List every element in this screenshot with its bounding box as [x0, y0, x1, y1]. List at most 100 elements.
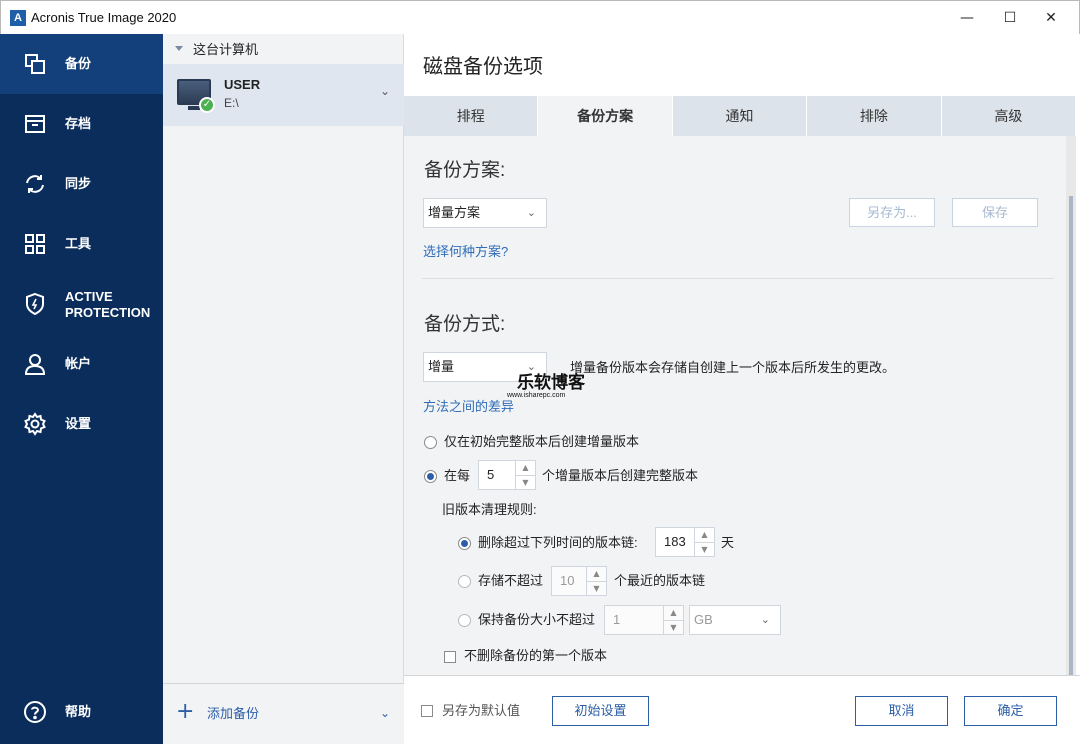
tools-icon — [22, 231, 48, 257]
chevron-down-icon[interactable]: ⌄ — [380, 84, 390, 98]
nav-label-sync: 同步 — [65, 176, 92, 191]
content-scrollbar[interactable] — [1066, 136, 1076, 676]
settings-icon — [22, 411, 48, 437]
backup-item-user[interactable]: ✓ USER E:\ ⌄ — [163, 64, 404, 126]
stepper-arrows[interactable]: ▲ ▼ — [515, 461, 535, 489]
nav-item-settings[interactable]: 设置 — [0, 394, 163, 454]
ok-button[interactable]: 确定 — [964, 696, 1057, 726]
size-value: 1 — [613, 612, 621, 627]
page-title: 磁盘备份选项 — [423, 56, 543, 78]
nav-item-active-protection[interactable]: ACTIVE PROTECTION — [0, 274, 163, 334]
tab-notifications[interactable]: 通知 — [673, 96, 808, 136]
keep-latest-label: 存储不超过 — [478, 573, 544, 588]
chevron-down-icon[interactable]: ⌄ — [380, 706, 390, 720]
radio-delete-older[interactable] — [458, 537, 471, 550]
plus-icon: + — [176, 699, 195, 724]
watermark-url: www.isharepc.com — [507, 392, 566, 399]
cancel-button[interactable]: 取消 — [855, 696, 948, 726]
save-scheme-button[interactable]: 保存 — [952, 198, 1038, 227]
options-tabs: 排程 备份方案 通知 排除 高级 — [404, 96, 1077, 136]
option-full-every-prefix: 在每 — [444, 468, 471, 483]
method-section-title: 备份方式: — [424, 314, 506, 335]
scheme-content: 备份方案: 增量方案 ⌄ 另存为... 保存 选择何种方案? 备份方式: 增量 … — [404, 136, 1066, 675]
size-unit-value: GB — [694, 612, 713, 627]
backup-item-name: USER — [224, 77, 261, 92]
radio-full-every-n[interactable] — [424, 470, 437, 483]
tab-backup-scheme[interactable]: 备份方案 — [538, 96, 673, 136]
section-divider — [422, 278, 1054, 279]
backup-icon — [22, 51, 48, 77]
account-icon — [22, 351, 48, 377]
full-every-stepper[interactable]: 5 ▲ ▼ — [478, 460, 536, 490]
sync-icon — [22, 171, 48, 197]
backup-list-panel: 这台计算机 ✓ USER E:\ ⌄ + 添加备份 ⌄ — [163, 34, 404, 744]
shield-icon — [22, 291, 48, 317]
nav-label-help: 帮助 — [65, 704, 92, 719]
days-stepper[interactable]: 183 ▲ ▼ — [655, 527, 715, 557]
option-incremental-only-label: 仅在初始完整版本后创建增量版本 — [444, 434, 640, 449]
tab-advanced[interactable]: 高级 — [942, 96, 1077, 136]
method-description: 增量备份版本会存储自创建上一个版本后所发生的更改。 — [570, 360, 896, 375]
nav-item-sync[interactable]: 同步 — [0, 154, 163, 214]
add-backup-button[interactable]: 添加备份 — [207, 706, 259, 722]
title-bar: A Acronis True Image 2020 — ☐ ✕ — [0, 0, 1080, 34]
nav-item-account[interactable]: 帐户 — [0, 334, 163, 394]
save-default-label: 另存为默认值 — [442, 703, 521, 718]
which-scheme-link[interactable]: 选择何种方案? — [423, 244, 508, 260]
maximize-button[interactable]: ☐ — [987, 1, 1033, 35]
save-as-button[interactable]: 另存为... — [849, 198, 935, 227]
chevron-down-icon: ⌄ — [760, 614, 770, 626]
computer-group-header[interactable]: 这台计算机 — [163, 34, 404, 64]
radio-limit-size[interactable] — [458, 614, 471, 627]
method-select-value: 增量 — [428, 359, 455, 374]
tab-exclusions[interactable]: 排除 — [807, 96, 942, 136]
tab-schedule[interactable]: 排程 — [404, 96, 539, 136]
keep-first-version-checkbox[interactable] — [444, 651, 456, 663]
scheme-select[interactable]: 增量方案 ⌄ — [423, 198, 547, 228]
save-default-checkbox[interactable] — [421, 705, 433, 717]
sidebar-nav: 备份 存档 同步 工具 ACTIVE PROTECTION 帐户 设置 帮助 — [0, 34, 163, 744]
method-difference-link[interactable]: 方法之间的差异 — [423, 399, 514, 415]
status-ok-icon: ✓ — [199, 97, 215, 113]
nav-label-archive: 存档 — [65, 116, 92, 131]
minimize-button[interactable]: — — [944, 1, 990, 35]
scheme-section-title: 备份方案: — [424, 160, 506, 181]
nav-label-tools: 工具 — [65, 236, 92, 251]
full-every-value: 5 — [487, 467, 495, 482]
nav-label-active-protection: ACTIVE PROTECTION — [65, 289, 151, 320]
scrollbar-thumb[interactable] — [1069, 196, 1073, 676]
computer-group-label: 这台计算机 — [193, 42, 259, 57]
nav-item-tools[interactable]: 工具 — [0, 214, 163, 274]
keep-latest-suffix: 个最近的版本链 — [614, 573, 706, 588]
days-value: 183 — [664, 534, 686, 549]
size-unit-select[interactable]: GB ⌄ — [689, 605, 781, 635]
size-stepper[interactable]: 1 ▲ ▼ — [604, 605, 684, 635]
limit-size-label: 保持备份大小不超过 — [478, 612, 596, 627]
nav-item-backup[interactable]: 备份 — [0, 34, 163, 94]
scheme-select-value: 增量方案 — [428, 205, 481, 220]
watermark-text: 乐软博客 — [517, 373, 585, 393]
close-button[interactable]: ✕ — [1028, 1, 1074, 35]
window-title: Acronis True Image 2020 — [31, 10, 177, 25]
help-icon — [22, 699, 48, 725]
radio-keep-latest[interactable] — [458, 575, 471, 588]
delete-older-label: 删除超过下列时间的版本链: — [478, 535, 638, 550]
collapse-triangle-icon — [175, 46, 183, 51]
stepper-arrows[interactable]: ▲ ▼ — [586, 567, 606, 595]
reset-defaults-button[interactable]: 初始设置 — [552, 696, 649, 726]
nav-item-archive[interactable]: 存档 — [0, 94, 163, 154]
chains-stepper[interactable]: 10 ▲ ▼ — [551, 566, 607, 596]
chains-value: 10 — [560, 573, 575, 588]
nav-label-account: 帐户 — [65, 356, 92, 371]
days-unit: 天 — [721, 535, 735, 550]
options-panel: 磁盘备份选项 排程 备份方案 通知 排除 高级 备份方案: 增量方案 ⌄ 另存为… — [404, 34, 1080, 744]
add-backup-bar[interactable]: + 添加备份 ⌄ — [163, 683, 404, 744]
backup-item-path: E:\ — [224, 96, 239, 110]
nav-item-help[interactable]: 帮助 — [0, 682, 163, 742]
stepper-arrows[interactable]: ▲ ▼ — [694, 528, 714, 556]
dialog-footer: 另存为默认值 初始设置 取消 确定 — [404, 675, 1080, 744]
stepper-arrows[interactable]: ▲ ▼ — [663, 606, 683, 634]
option-full-every-suffix: 个增量版本后创建完整版本 — [542, 468, 699, 483]
chevron-down-icon: ⌄ — [526, 207, 536, 219]
radio-incremental-only[interactable] — [424, 436, 437, 449]
